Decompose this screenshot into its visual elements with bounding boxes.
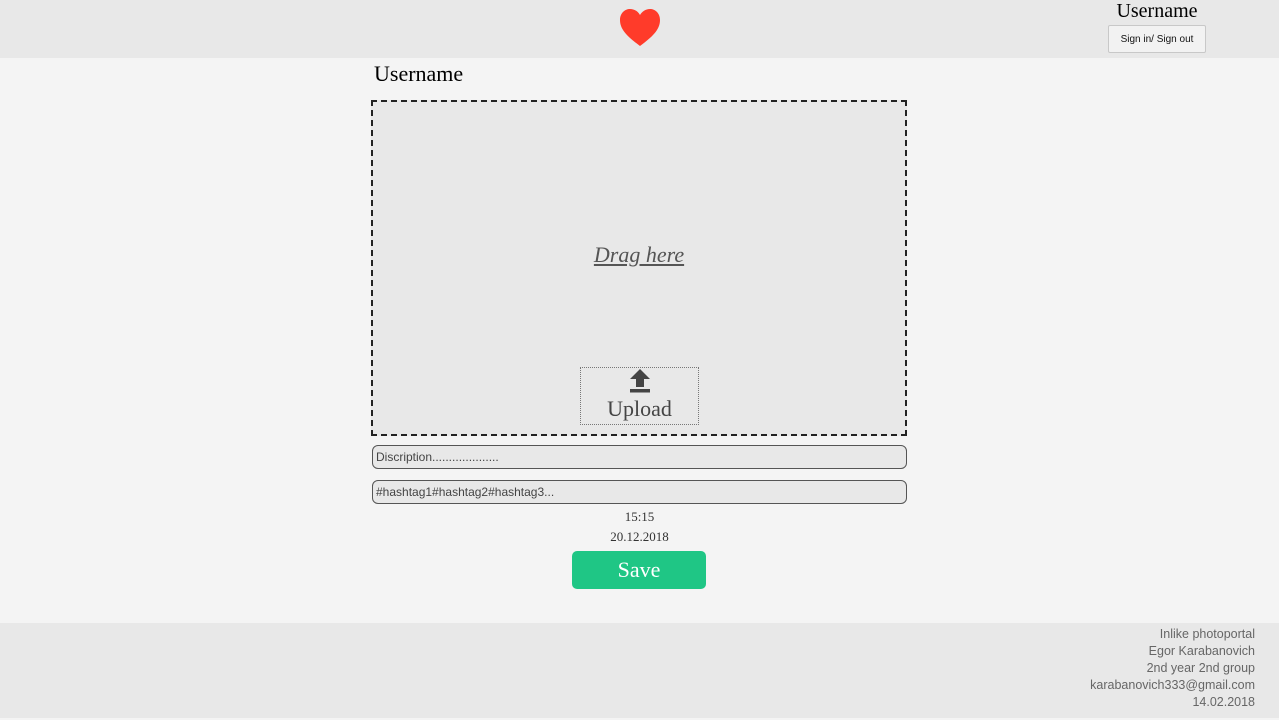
- time-label: 15:15: [624, 509, 655, 524]
- drop-zone[interactable]: Drag here Upload: [371, 100, 907, 436]
- upload-button[interactable]: Upload: [580, 367, 699, 425]
- footer-group: 2nd year 2nd group: [1146, 661, 1255, 675]
- hashtags-input[interactable]: [372, 480, 907, 504]
- save-button[interactable]: Save: [572, 551, 706, 589]
- upload-label: Upload: [607, 396, 672, 421]
- footer-date: 14.02.2018: [1192, 695, 1255, 709]
- heart-icon[interactable]: [619, 9, 661, 47]
- header-username: Username: [1116, 0, 1198, 22]
- description-input[interactable]: [372, 445, 907, 469]
- page-username: Username: [374, 61, 464, 86]
- header: Username Sign in/ Sign out: [0, 0, 1279, 58]
- footer-email: karabanovich333@gmail.com: [1090, 678, 1255, 692]
- footer-portal-name: Inlike photoportal: [1159, 627, 1255, 641]
- footer-info: Inlike photoportal Egor Karabanovich 2nd…: [1090, 626, 1255, 711]
- sign-in-out-button[interactable]: Sign in/ Sign out: [1108, 25, 1206, 53]
- footer-author: Egor Karabanovich: [1148, 644, 1255, 658]
- footer: Inlike photoportal Egor Karabanovich 2nd…: [0, 623, 1279, 718]
- upload-icon: [629, 369, 650, 393]
- drag-here-text: Drag here: [593, 242, 685, 267]
- date-label: 20.12.2018: [610, 529, 669, 544]
